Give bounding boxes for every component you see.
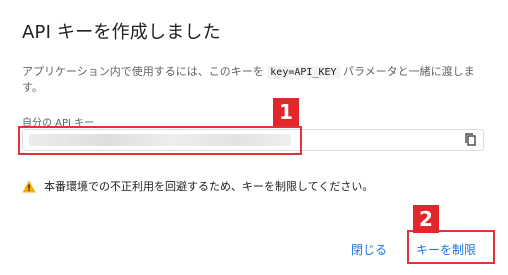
restrict-key-button[interactable]: キーを制限 — [416, 241, 476, 258]
key-param-code: key=API_KEY — [267, 66, 340, 79]
close-button[interactable]: 閉じる — [351, 241, 387, 258]
warning-icon — [22, 180, 36, 192]
annotation-badge-2: 2 — [413, 205, 439, 233]
warning-message: 本番環境での不正利用を回避するため、キーを制限してください。 — [22, 178, 373, 194]
annotation-badge-1: 1 — [273, 98, 299, 126]
description-text-1: アプリケーション内で使用するには、このキーを — [22, 65, 268, 78]
copy-icon[interactable] — [463, 132, 479, 148]
dialog-description: アプリケーション内で使用するには、このキーを key=API_KEY パラメータ… — [22, 64, 492, 95]
api-key-field-label: 自分の API キー — [22, 118, 95, 129]
api-key-field[interactable] — [22, 129, 484, 151]
warning-text: 本番環境での不正利用を回避するため、キーを制限してください。 — [44, 180, 374, 193]
api-key-created-dialog: API キーを作成しました アプリケーション内で使用するには、このキーを key… — [0, 0, 508, 275]
api-key-value-redacted[interactable] — [29, 134, 291, 146]
dialog-title: API キーを作成しました — [22, 22, 221, 43]
